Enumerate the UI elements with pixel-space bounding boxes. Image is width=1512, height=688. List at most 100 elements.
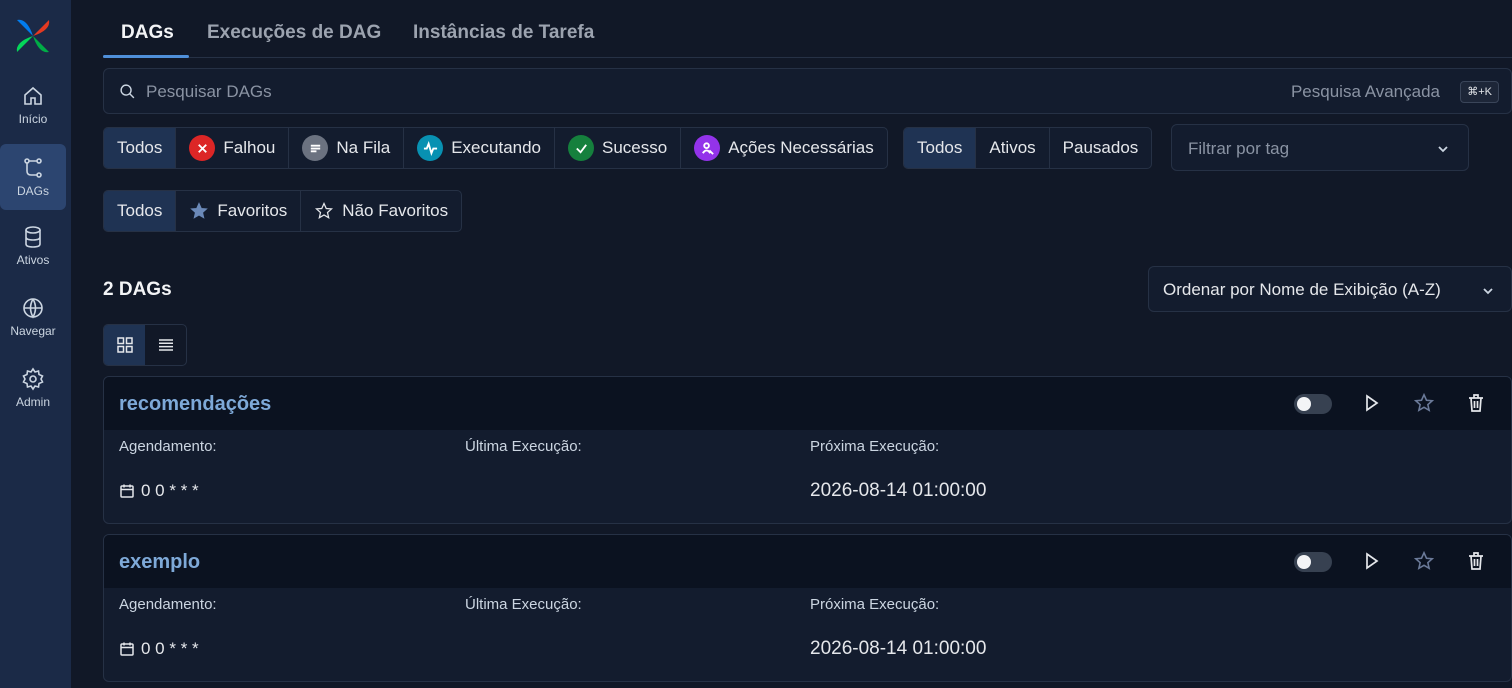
shortcut-badge: ⌘+K — [1460, 81, 1499, 103]
next-run-label: Próxima Execução: — [810, 596, 940, 613]
sidebar-item-label: Ativos — [16, 253, 50, 267]
sidebar-item-label: Admin — [15, 395, 50, 409]
dag-name-link[interactable]: exemplo — [119, 551, 200, 574]
active-filter-all[interactable]: Todos — [904, 128, 977, 168]
filter-label: Não Favoritos — [342, 201, 449, 220]
chevron-down-icon — [1438, 146, 1448, 153]
sidebar-item-home[interactable]: Início — [0, 72, 66, 138]
favorite-filter-group: Todos Favoritos Não Favoritos — [103, 190, 463, 232]
user-action-icon — [694, 135, 721, 161]
tag-filter-placeholder: Filtrar por tag — [1188, 139, 1290, 158]
next-run-value: 2026-08-14 01:00:00 — [810, 638, 987, 659]
filter-label: Ações Necessárias — [728, 138, 874, 157]
state-filter-failed[interactable]: Falhou — [176, 128, 290, 168]
active-filter-active[interactable]: Ativos — [976, 128, 1050, 168]
filter-label: Falhou — [223, 138, 276, 157]
sort-label: Ordenar por Nome de Exibição (A-Z) — [1163, 280, 1441, 299]
state-filter-running[interactable]: Executando — [404, 128, 556, 168]
sidebar-item-dags[interactable]: DAGs — [0, 144, 66, 210]
sidebar-item-assets[interactable]: Ativos — [0, 213, 66, 279]
trash-icon — [1469, 394, 1483, 412]
failed-icon — [189, 135, 216, 161]
dag-name-link[interactable]: recomendações — [119, 393, 271, 416]
favorite-button[interactable] — [1413, 392, 1435, 414]
filter-label: Todos — [117, 138, 163, 157]
sidebar: Início DAGs Ativos Navegar Admin — [0, 0, 71, 688]
filter-label: Sucesso — [602, 138, 668, 157]
pause-toggle[interactable] — [1294, 552, 1332, 572]
favorite-button[interactable] — [1413, 550, 1435, 572]
star-outline-icon — [1413, 550, 1435, 570]
list-view-button[interactable] — [145, 325, 186, 365]
home-icon — [24, 86, 42, 105]
play-icon — [1366, 552, 1379, 570]
airflow-logo[interactable] — [13, 16, 53, 56]
tag-filter-select[interactable]: Filtrar por tag — [1171, 124, 1469, 171]
filter-label: Executando — [451, 138, 542, 157]
view-toggle — [103, 324, 187, 366]
state-filter-success[interactable]: Sucesso — [555, 128, 682, 168]
tab-task-instances[interactable]: Instâncias de Tarefa — [413, 22, 594, 44]
trigger-button[interactable] — [1360, 392, 1382, 414]
dag-card: recomendações Agendamento: Última Execuç… — [103, 376, 1512, 524]
play-icon — [1366, 394, 1379, 412]
state-filter-queued[interactable]: Na Fila — [289, 128, 405, 168]
star-outline-icon — [1413, 392, 1435, 412]
pause-toggle[interactable] — [1294, 394, 1332, 414]
search-bar: Pesquisa Avançada ⌘+K — [103, 68, 1512, 114]
state-filter-needs-action[interactable]: Ações Necessárias — [681, 128, 887, 168]
success-icon — [568, 135, 595, 161]
card-view-button[interactable] — [104, 325, 145, 365]
filter-label: Todos — [117, 201, 163, 220]
star-outline-icon — [315, 201, 334, 219]
chevron-down-icon — [1483, 288, 1493, 295]
favorite-filter-not-favorites[interactable]: Não Favoritos — [301, 191, 461, 231]
last-run-label: Última Execução: — [465, 438, 582, 455]
sidebar-item-admin[interactable]: Admin — [0, 355, 66, 421]
delete-button[interactable] — [1465, 550, 1487, 572]
next-run-value: 2026-08-14 01:00:00 — [810, 480, 987, 501]
active-filter-paused[interactable]: Pausados — [1050, 128, 1152, 168]
state-filter-all[interactable]: Todos — [104, 128, 177, 168]
state-filter-group: Todos Falhou Na Fila Executando Sucesso … — [103, 127, 888, 169]
active-filter-group: Todos Ativos Pausados — [903, 127, 1153, 169]
sidebar-item-label: Início — [18, 112, 48, 126]
sidebar-item-label: DAGs — [16, 184, 49, 198]
globe-icon — [23, 298, 43, 319]
filter-label: Pausados — [1062, 138, 1139, 157]
sidebar-item-label: Navegar — [10, 324, 56, 338]
filter-label: Favoritos — [217, 201, 288, 220]
search-icon — [120, 84, 135, 99]
sidebar-item-browse[interactable]: Navegar — [0, 284, 66, 350]
trash-icon — [1469, 552, 1483, 570]
active-tab-indicator — [103, 55, 189, 58]
calendar-icon — [120, 484, 134, 498]
next-run-label: Próxima Execução: — [810, 438, 940, 455]
running-icon — [417, 135, 444, 161]
filter-label: Todos — [917, 138, 963, 157]
dags-icon — [24, 158, 42, 178]
database-icon — [25, 226, 41, 248]
filter-label: Ativos — [989, 138, 1036, 157]
sort-select[interactable]: Ordenar por Nome de Exibição (A-Z) — [1148, 266, 1512, 312]
trigger-button[interactable] — [1360, 550, 1382, 572]
advanced-search-link[interactable]: Pesquisa Avançada — [1291, 82, 1440, 102]
schedule-label: Agendamento: — [119, 438, 217, 455]
tab-dags[interactable]: DAGs — [121, 22, 174, 44]
schedule-value: 0 0 * * * — [119, 481, 199, 501]
search-input[interactable] — [146, 79, 746, 105]
tab-dag-runs[interactable]: Execuções de DAG — [207, 22, 381, 44]
delete-button[interactable] — [1465, 392, 1487, 414]
tab-bar: DAGs Execuções de DAG Instâncias de Tare… — [103, 0, 1512, 58]
schedule-label: Agendamento: — [119, 596, 217, 613]
star-filled-icon — [190, 202, 209, 219]
last-run-label: Última Execução: — [465, 596, 582, 613]
schedule-value: 0 0 * * * — [119, 639, 199, 659]
calendar-icon — [120, 642, 134, 656]
schedule-cron: 0 0 * * * — [141, 639, 199, 658]
list-icon — [158, 339, 173, 351]
favorite-filter-favorites[interactable]: Favoritos — [176, 191, 302, 231]
favorite-filter-all[interactable]: Todos — [104, 191, 177, 231]
gear-icon — [22, 367, 44, 391]
dag-count: 2 DAGs — [103, 279, 172, 300]
